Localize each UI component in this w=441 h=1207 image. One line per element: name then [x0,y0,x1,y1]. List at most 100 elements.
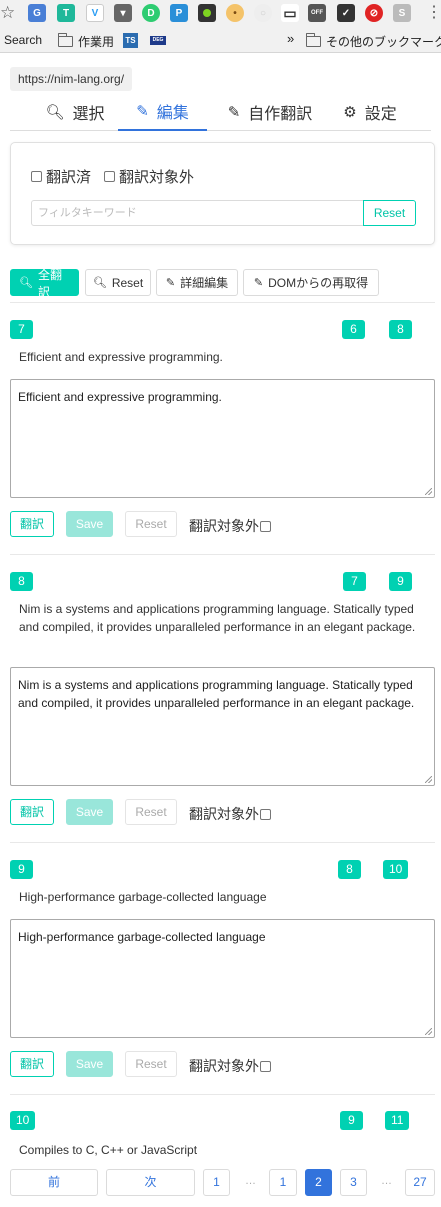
exclude-checkbox[interactable] [260,1060,271,1072]
pagination-page[interactable]: 3 [340,1169,367,1196]
next-entry-tag[interactable]: 10 [383,860,409,879]
monitor-extension-icon[interactable]: ▭ [281,4,299,22]
source-text: High-performance garbage-collected langu… [19,890,267,904]
prev-entry-tag[interactable]: 7 [343,572,366,591]
tab-custom-translation[interactable]: ✎ 自作翻訳 [220,93,320,131]
bookmark-star-icon[interactable]: ☆ [0,3,15,23]
pagination-ellipsis: … [245,1175,256,1187]
divider [10,1094,435,1095]
reset-all-button[interactable]: 🔍︎ Reset [85,269,151,296]
pagination-last-page[interactable]: 27 [405,1169,435,1196]
detail-edit-button[interactable]: ✎ 詳細編集 [156,269,238,296]
green-dot-extension-icon[interactable] [198,4,216,22]
divider [10,554,435,555]
tab-settings[interactable]: ⚙ 設定 [339,93,401,131]
bookmarks-overflow-icon[interactable]: » [287,31,294,46]
entry-id-tag: 10 [10,1111,36,1130]
folder-icon [305,33,321,47]
translated-filter[interactable]: 翻訳済 [31,166,91,187]
search-icon: 🔍︎ [45,104,65,121]
save-button[interactable]: Save [66,1051,113,1077]
translated-checkbox[interactable] [31,171,42,182]
tab-label: 編集 [156,105,189,122]
check-extension-icon[interactable]: ✓ [337,4,355,22]
deg-icon: DEG [150,36,166,45]
search-icon: 🔍︎ [19,277,33,289]
prev-entry-tag[interactable]: 6 [342,320,365,339]
reset-button[interactable]: Reset [125,799,177,825]
extension-toolbar: ☆ G T V ▾ D P • ○ ▭ OFF ✓ ⊘ S ⋮ [0,0,441,28]
v-extension-icon[interactable]: V [86,4,104,22]
entry-id-tag: 8 [10,572,33,591]
pagination-first-page[interactable]: 1 [203,1169,230,1196]
next-entry-tag[interactable]: 8 [389,320,412,339]
translation-textarea[interactable]: Efficient and expressive programming. [10,379,435,498]
translation-text: High-performance garbage-collected langu… [18,930,266,944]
exclude-label: 翻訳対象外 [189,1058,259,1074]
exclude-toggle[interactable]: 翻訳対象外 [189,1056,271,1076]
pencil-icon: ✎ [227,104,241,121]
pagination-next-button[interactable]: 次 [106,1169,195,1196]
entry-id-tag: 7 [10,320,33,339]
pagination-page[interactable]: 1 [269,1169,297,1196]
next-entry-tag[interactable]: 9 [389,572,412,591]
bookmark-folder-label: 作業用 [78,35,115,49]
excluded-label: 翻訳対象外 [119,169,195,186]
pagination-current-page[interactable]: 2 [305,1169,332,1196]
save-button[interactable]: Save [66,511,113,537]
pagination-prev-button[interactable]: 前 [10,1169,98,1196]
prev-entry-tag[interactable]: 8 [338,860,361,879]
t-extension-icon[interactable]: T [57,4,75,22]
reset-button[interactable]: Reset [125,1051,177,1077]
browser-menu-icon[interactable]: ⋮ [426,4,441,22]
next-entry-tag[interactable]: 11 [385,1111,410,1130]
bookmark-deg[interactable]: DEG [150,36,166,45]
reset-button[interactable]: Reset [125,511,177,537]
exclude-toggle[interactable]: 翻訳対象外 [189,804,271,824]
pencil-icon: ✎ [165,277,176,289]
bookmark-search[interactable]: Search [4,33,42,47]
tab-select[interactable]: 🔍︎ 選択 [44,93,106,131]
translated-label: 翻訳済 [46,169,92,186]
pocket-extension-icon[interactable]: ▾ [114,4,132,22]
translate-button[interactable]: 翻訳 [10,511,54,537]
main-tabs: 🔍︎ 選択 ✎ 編集 ✎ 自作翻訳 ⚙ 設定 [10,93,431,131]
pencil-icon: ✎ [136,103,149,120]
exclude-checkbox[interactable] [260,808,271,820]
translate-button[interactable]: 翻訳 [10,1051,54,1077]
bookmark-ts[interactable]: TS [123,33,141,48]
exclude-toggle[interactable]: 翻訳対象外 [189,516,271,536]
excluded-filter[interactable]: 翻訳対象外 [104,166,194,187]
off-extension-icon[interactable]: OFF [308,4,326,22]
entry-id-tag: 9 [10,860,33,879]
resize-handle-icon[interactable] [425,776,432,783]
translate-extension-icon[interactable]: G [28,4,46,22]
tab-edit[interactable]: ✎ 編集 [118,93,207,131]
refetch-dom-button[interactable]: ✎ DOMからの再取得 [243,269,379,296]
bookmark-other-folder[interactable]: その他のブックマーク [305,33,441,50]
translate-all-button[interactable]: 🔍︎ 全翻訳 [10,268,79,299]
p-extension-icon[interactable]: P [170,4,188,22]
reset-all-label: Reset [111,275,144,290]
filter-keyword-input[interactable]: フィルタキーワード [31,200,364,226]
bookmark-folder-work[interactable]: 作業用 [57,33,115,50]
translation-textarea[interactable]: High-performance garbage-collected langu… [10,919,435,1038]
resize-handle-icon[interactable] [425,488,432,495]
excluded-checkbox[interactable] [104,171,115,182]
red-extension-icon[interactable]: ⊘ [365,4,383,22]
save-button[interactable]: Save [66,799,113,825]
bookmark-other-label: その他のブックマーク [326,35,441,49]
folder-icon [57,33,73,47]
translation-textarea[interactable]: Nim is a systems and applications progra… [10,667,435,786]
resize-handle-icon[interactable] [425,1028,432,1035]
disabled-extension-icon[interactable]: ○ [254,4,272,22]
translate-button[interactable]: 翻訳 [10,799,54,825]
exclude-checkbox[interactable] [260,520,271,532]
prev-entry-tag[interactable]: 9 [340,1111,363,1130]
s-extension-icon[interactable]: S [393,4,411,22]
cookie-extension-icon[interactable]: • [226,4,244,22]
filter-reset-button[interactable]: Reset [363,200,416,226]
translation-text: Efficient and expressive programming. [18,390,222,404]
d-extension-icon[interactable]: D [142,4,160,22]
source-text: Nim is a systems and applications progra… [19,602,416,634]
